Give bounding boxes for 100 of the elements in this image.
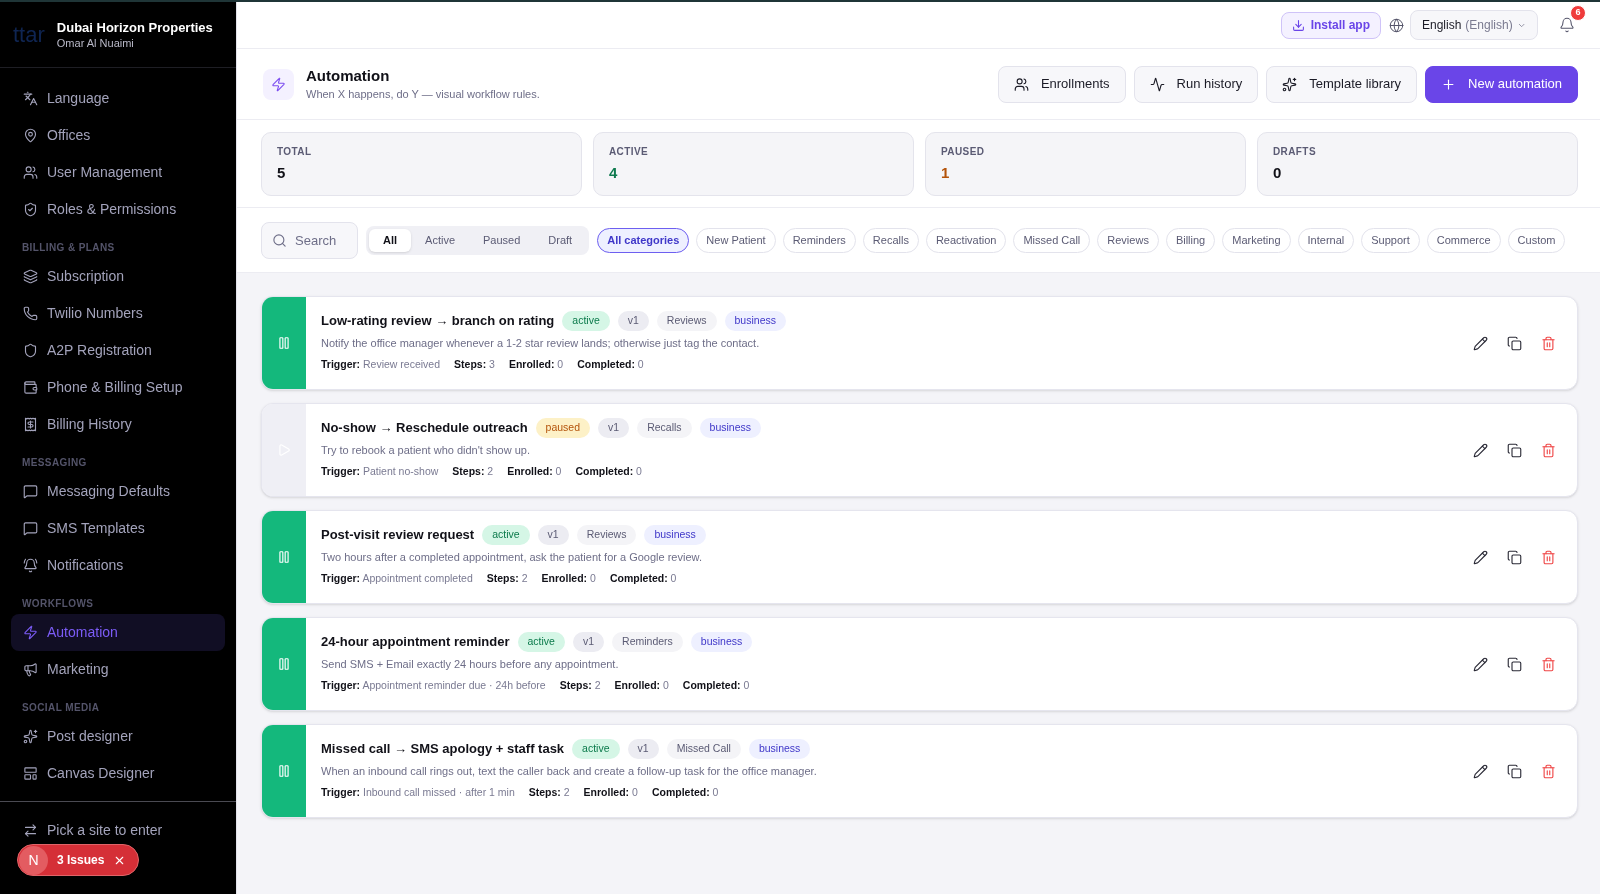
receipt-icon — [23, 417, 38, 432]
search-field[interactable]: Search — [261, 221, 358, 259]
nav-item[interactable]: Automation — [11, 614, 225, 651]
toolbar-button[interactable]: New automation — [1425, 65, 1578, 103]
stat-value: 4 — [609, 164, 619, 182]
site-picker-link[interactable]: Pick a site to enter — [0, 816, 236, 844]
toolbar-button[interactable]: Template library — [1266, 65, 1418, 103]
bell-icon[interactable] — [1559, 17, 1575, 33]
users-icon — [23, 165, 38, 180]
toggle-button[interactable] — [262, 618, 306, 710]
nav-item[interactable]: Billing History — [11, 406, 225, 443]
trash-icon — [1540, 549, 1556, 565]
status-badge: paused — [535, 418, 591, 438]
activity-icon — [1149, 76, 1165, 92]
trigger-text: Trigger: Review received — [321, 357, 441, 373]
category-chip[interactable]: Internal — [1297, 227, 1355, 253]
automation-title: Post-visit review request — [321, 526, 475, 545]
category-chip[interactable]: Custom — [1507, 227, 1566, 253]
category-chip[interactable]: Reactivation — [925, 227, 1007, 253]
category-chip[interactable]: New Patient — [696, 227, 776, 253]
toggle-button[interactable] — [262, 725, 306, 817]
steps-text: Steps: 3 — [454, 357, 495, 373]
category-chip[interactable]: Billing — [1165, 227, 1216, 253]
completed-text: Completed: 0 — [575, 464, 642, 480]
scope-tag: business — [724, 311, 786, 331]
edit-button[interactable] — [1471, 762, 1489, 780]
delete-button[interactable] — [1539, 548, 1557, 566]
toggle-button[interactable] — [262, 404, 306, 496]
status-tab[interactable]: All — [369, 228, 412, 252]
duplicate-button[interactable] — [1505, 334, 1523, 352]
nav-item[interactable]: Notifications — [11, 547, 225, 584]
layers-icon — [23, 269, 38, 284]
nav-item[interactable]: Messaging Defaults — [11, 473, 225, 510]
enrolled-text: Enrolled: 0 — [507, 464, 562, 480]
notification-badge: 6 — [1570, 5, 1586, 21]
scope-tag: business — [644, 525, 706, 545]
category-tag: Missed Call — [666, 739, 741, 759]
language-select[interactable]: English (English) — [1410, 10, 1538, 40]
search-icon — [272, 232, 287, 248]
lightning-icon — [23, 625, 38, 640]
copy-icon — [1506, 549, 1522, 565]
status-badge: active — [572, 739, 620, 759]
toolbar-button[interactable]: Enrollments — [997, 65, 1126, 103]
nav-item[interactable]: A2P Registration — [11, 332, 225, 369]
nav-item[interactable]: Twilio Numbers — [11, 295, 225, 332]
enrolled-text: Enrolled: 0 — [583, 785, 638, 801]
category-chip[interactable]: Support — [1361, 227, 1420, 253]
message-icon — [23, 521, 38, 536]
nav-item[interactable]: Phone & Billing Setup — [11, 369, 225, 406]
edit-button[interactable] — [1471, 655, 1489, 673]
plus-icon — [1441, 76, 1457, 92]
edit-button[interactable] — [1471, 548, 1489, 566]
issues-button[interactable]: N 3 Issues — [17, 844, 140, 876]
nav-item[interactable]: Roles & Permissions — [11, 191, 225, 228]
delete-button[interactable] — [1539, 655, 1557, 673]
nav-item[interactable]: User Management — [11, 154, 225, 191]
category-chip[interactable]: Commerce — [1426, 227, 1501, 253]
layout-icon — [23, 766, 38, 781]
category-chip[interactable]: Marketing — [1222, 227, 1291, 253]
section-heading: SOCIAL MEDIA — [22, 702, 100, 714]
toggle-button[interactable] — [262, 297, 306, 389]
toolbar-button[interactable]: Run history — [1133, 65, 1259, 103]
globe-icon[interactable] — [1389, 17, 1404, 33]
category-chip[interactable]: Missed Call — [1013, 227, 1091, 253]
status-tab[interactable]: Paused — [469, 228, 535, 252]
nav-item[interactable]: Canvas Designer — [11, 755, 225, 792]
steps-text: Steps: 2 — [452, 464, 494, 480]
duplicate-button[interactable] — [1505, 548, 1523, 566]
nav-item[interactable]: Post designer — [11, 718, 225, 755]
nav-item[interactable]: SMS Templates — [11, 510, 225, 547]
delete-button[interactable] — [1539, 334, 1557, 352]
automation-title: 24-hour appointment reminder — [321, 633, 510, 652]
duplicate-button[interactable] — [1505, 762, 1523, 780]
category-chip[interactable]: All categories — [597, 227, 690, 253]
completed-text: Completed: 0 — [682, 678, 750, 694]
toggle-button[interactable] — [262, 511, 306, 603]
status-tab[interactable]: Active — [411, 228, 470, 252]
page-title: Automation — [306, 66, 391, 86]
version-badge: v1 — [572, 632, 605, 652]
nav-item[interactable]: Offices — [11, 117, 225, 154]
category-tag: Recalls — [637, 418, 692, 438]
duplicate-button[interactable] — [1505, 441, 1523, 459]
delete-button[interactable] — [1539, 441, 1557, 459]
status-tab[interactable]: Draft — [534, 228, 587, 252]
category-chip[interactable]: Recalls — [862, 227, 919, 253]
nav-item[interactable]: Subscription — [11, 258, 225, 295]
install-app-button[interactable]: Install app — [1280, 11, 1381, 39]
nav-item[interactable]: Marketing — [11, 651, 225, 688]
category-chip[interactable]: Reviews — [1097, 227, 1159, 253]
delete-button[interactable] — [1539, 762, 1557, 780]
copy-icon — [1506, 442, 1522, 458]
duplicate-button[interactable] — [1505, 655, 1523, 673]
lightning-icon — [263, 68, 294, 100]
edit-button[interactable] — [1471, 441, 1489, 459]
category-chip[interactable]: Reminders — [782, 227, 856, 253]
edit-button[interactable] — [1471, 334, 1489, 352]
category-tag: Reviews — [576, 525, 637, 545]
nav-item[interactable]: Language — [11, 80, 225, 117]
status-badge: active — [517, 632, 565, 652]
automation-description: Send SMS + Email exactly 24 hours before any appointment. — [321, 656, 619, 672]
